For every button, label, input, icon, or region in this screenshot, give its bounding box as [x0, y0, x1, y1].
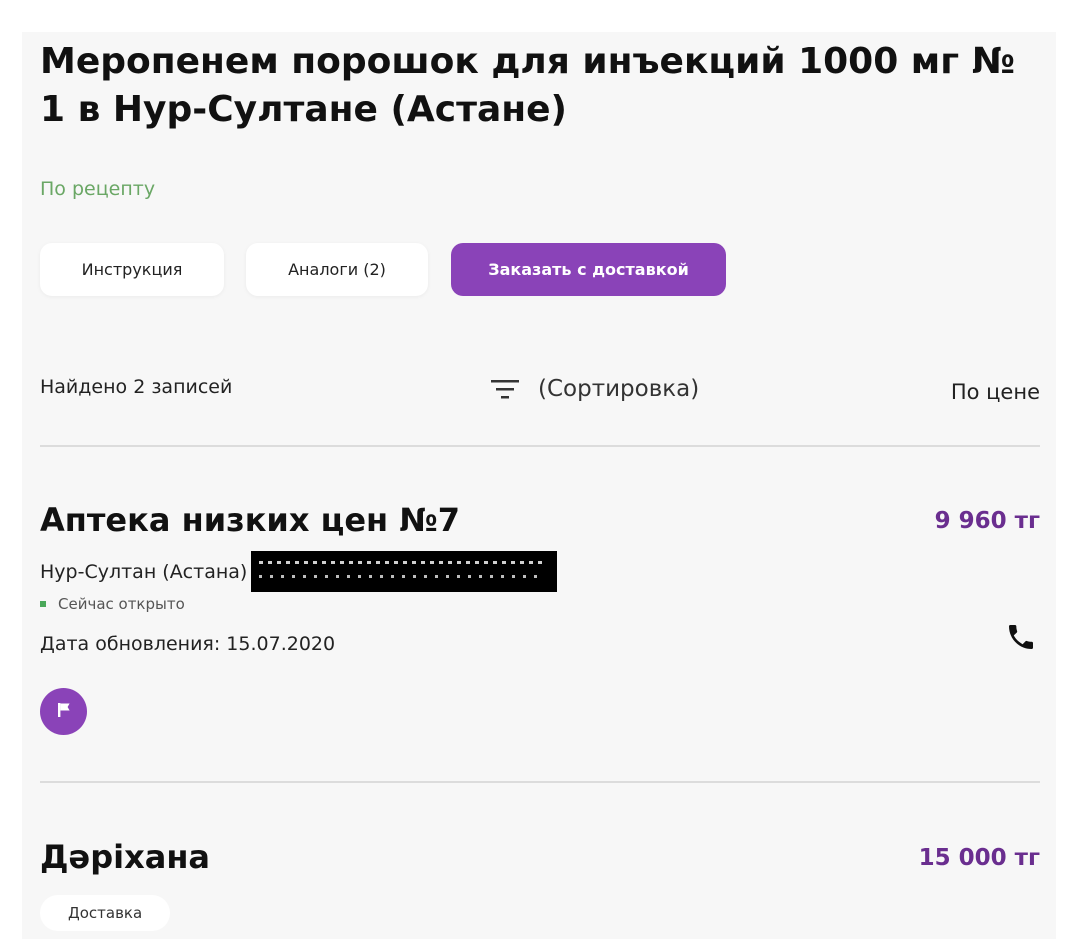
- pharmacy-city: Нур-Султан (Астана): [40, 560, 248, 583]
- delivery-badge: Доставка: [40, 895, 171, 931]
- pharmacy-name[interactable]: Аптека низких цен №7: [40, 501, 460, 539]
- flag-icon: [54, 700, 74, 724]
- analogs-button[interactable]: Аналоги (2): [246, 243, 428, 296]
- flag-button[interactable]: [40, 688, 87, 735]
- page-title: Меропенем порошок для инъекций 1000 мг №…: [40, 41, 1015, 130]
- pharmacy-price: 9 960 тг: [934, 508, 1040, 534]
- pharmacy-price: 15 000 тг: [918, 845, 1040, 871]
- phone-icon[interactable]: [1005, 621, 1037, 653]
- sort-value[interactable]: По цене: [951, 380, 1040, 404]
- prescription-label: По рецепту: [40, 178, 156, 200]
- content-panel: [22, 32, 1056, 939]
- instruction-button[interactable]: Инструкция: [40, 243, 224, 296]
- sort-label: (Сортировка): [538, 376, 700, 402]
- open-status: Сейчас открыто: [40, 595, 185, 613]
- divider: [40, 445, 1040, 447]
- sort-control[interactable]: (Сортировка): [490, 376, 699, 402]
- sort-icon: [490, 377, 520, 401]
- open-status-text: Сейчас открыто: [58, 595, 185, 613]
- pharmacy-name[interactable]: Дәріхана: [40, 838, 210, 876]
- redacted-address: [251, 551, 558, 592]
- pharmacy-address: Нур-Султан (Астана): [40, 551, 558, 592]
- results-count: Найдено 2 записей: [40, 376, 233, 398]
- page: Меропенем порошок для инъекций 1000 мг №…: [0, 0, 1080, 939]
- order-delivery-button[interactable]: Заказать с доставкой: [451, 243, 726, 296]
- divider: [40, 781, 1040, 783]
- update-date: Дата обновления: 15.07.2020: [40, 633, 336, 655]
- status-dot: [40, 601, 46, 607]
